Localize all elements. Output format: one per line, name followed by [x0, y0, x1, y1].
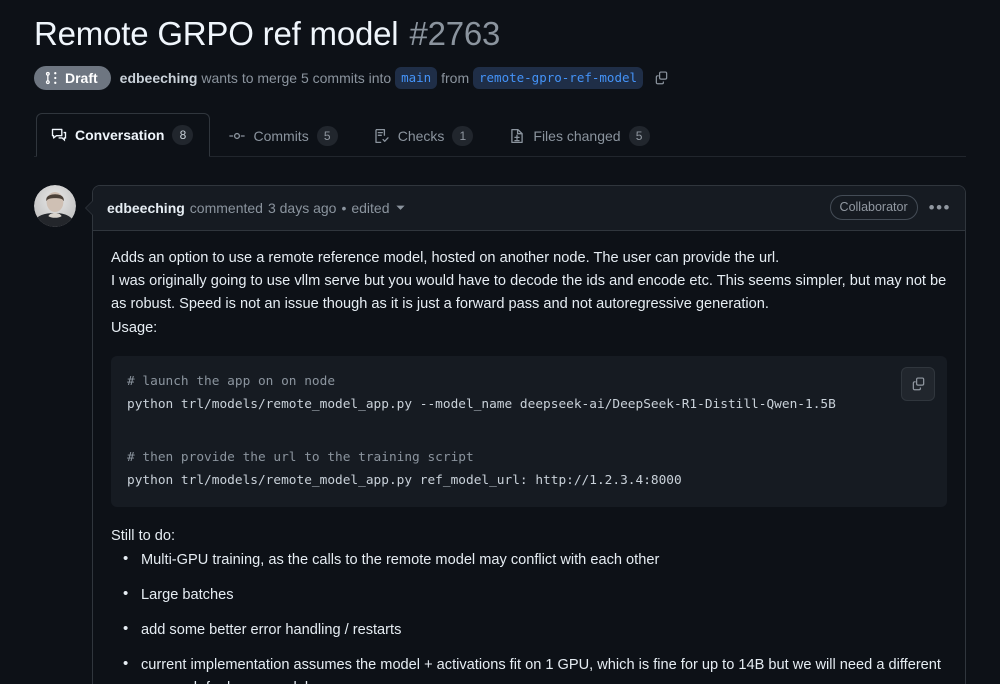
- comment-action: commented: [190, 200, 263, 216]
- comment-separator: •: [341, 200, 346, 216]
- code-content: # launch the app on on node python trl/m…: [127, 371, 931, 493]
- page-title: Remote GRPO ref model #2763: [34, 14, 966, 54]
- comment-author[interactable]: edbeeching: [107, 200, 185, 216]
- body-paragraph-3: Usage:: [111, 317, 947, 340]
- merge-text-before: wants to merge 5 commits into: [201, 70, 391, 86]
- merge-text-after: from: [441, 70, 469, 86]
- tab-conversation-count: 8: [172, 125, 193, 145]
- list-item: add some better error handling / restart…: [117, 619, 947, 641]
- copy-branch-icon[interactable]: [652, 68, 671, 87]
- role-badge[interactable]: Collaborator: [830, 195, 918, 219]
- pr-title-text: Remote GRPO ref model: [34, 14, 398, 54]
- edited-dropdown[interactable]: edited: [351, 200, 405, 216]
- list-item: current implementation assumes the model…: [117, 654, 947, 684]
- pr-tabs: Conversation 8 Commits 5 Checks: [34, 112, 966, 157]
- kebab-menu-icon[interactable]: •••: [929, 199, 951, 216]
- comment-timestamp: 3 days ago: [268, 200, 337, 216]
- code-command-1: python trl/models/remote_model_app.py --…: [127, 397, 836, 412]
- tab-checks[interactable]: Checks 1: [359, 114, 491, 157]
- comment-header: edbeeching commented 3 days ago • edited…: [93, 186, 965, 231]
- tab-conversation[interactable]: Conversation 8: [36, 113, 210, 157]
- pr-author: edbeeching: [120, 70, 198, 86]
- copy-code-button[interactable]: [901, 367, 935, 401]
- avatar[interactable]: [34, 185, 76, 227]
- edited-label: edited: [351, 200, 389, 216]
- list-item: Multi-GPU training, as the calls to the …: [117, 549, 947, 571]
- status-badge: Draft: [34, 66, 111, 90]
- code-comment-2: # then provide the url to the training s…: [127, 450, 474, 465]
- code-command-2: python trl/models/remote_model_app.py re…: [127, 473, 682, 488]
- comment-body: Adds an option to use a remote reference…: [93, 231, 965, 684]
- tab-files-changed-label: Files changed: [533, 128, 620, 144]
- tab-checks-count: 1: [452, 126, 473, 146]
- tab-commits-label: Commits: [253, 128, 308, 144]
- pr-number: #2763: [409, 15, 500, 53]
- comment-header-actions: Collaborator •••: [830, 195, 951, 219]
- comment-card: edbeeching commented 3 days ago • edited…: [92, 185, 966, 684]
- todo-list: Multi-GPU training, as the calls to the …: [111, 549, 947, 684]
- tab-files-changed-count: 5: [629, 126, 650, 146]
- git-commit-icon: [229, 128, 245, 144]
- code-comment-1: # launch the app on on node: [127, 374, 335, 389]
- base-branch-chip[interactable]: main: [395, 67, 437, 89]
- head-branch-chip[interactable]: remote-gpro-ref-model: [473, 67, 643, 89]
- tab-conversation-label: Conversation: [75, 127, 164, 143]
- list-item: Large batches: [117, 584, 947, 606]
- tab-commits[interactable]: Commits 5: [214, 114, 354, 157]
- pull-request-page: Remote GRPO ref model #2763 Draft edbeec…: [0, 0, 1000, 684]
- todo-heading: Still to do:: [111, 525, 947, 548]
- checklist-icon: [374, 128, 390, 144]
- pr-subhead: Draft edbeeching wants to merge 5 commit…: [34, 66, 966, 90]
- comment-thread: edbeeching commented 3 days ago • edited…: [34, 185, 966, 684]
- tab-commits-count: 5: [317, 126, 338, 146]
- comment-discussion-icon: [51, 127, 67, 143]
- file-diff-icon: [509, 128, 525, 144]
- merge-description: edbeeching wants to merge 5 commits into…: [120, 67, 643, 89]
- code-block: # launch the app on on node python trl/m…: [111, 356, 947, 508]
- tab-files-changed[interactable]: Files changed 5: [494, 114, 666, 157]
- body-paragraph-2: I was originally going to use vllm serve…: [111, 270, 947, 317]
- git-pull-request-draft-icon: [45, 71, 59, 85]
- body-paragraph-1: Adds an option to use a remote reference…: [111, 247, 947, 270]
- tab-checks-label: Checks: [398, 128, 445, 144]
- chevron-down-icon: [395, 200, 406, 216]
- status-badge-label: Draft: [65, 71, 98, 85]
